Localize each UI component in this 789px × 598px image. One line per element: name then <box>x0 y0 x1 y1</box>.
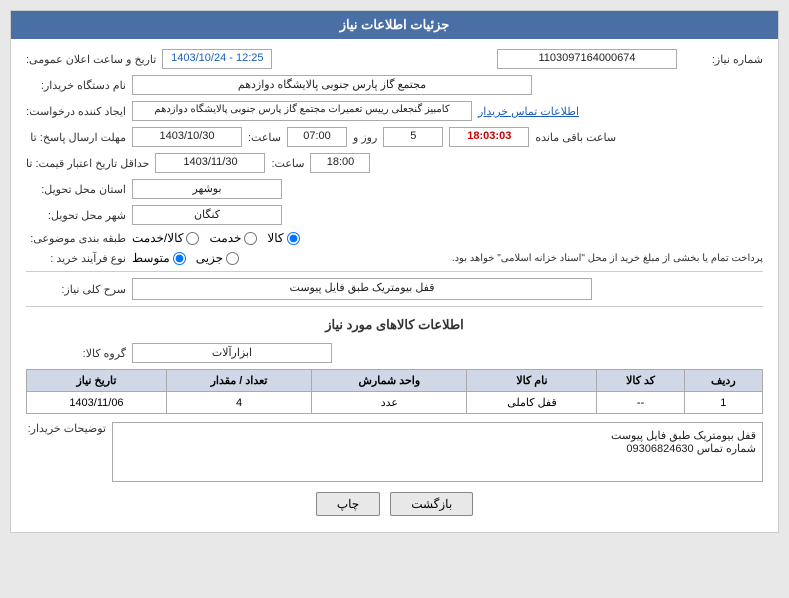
category-option-3: کالا/خدمت <box>132 231 199 245</box>
category-radio-3[interactable] <box>186 232 199 245</box>
buyer-comments-label: توضیحات خریدار: <box>26 422 106 482</box>
need-description-value: قفل بیومتریک طبق فایل پیوست <box>132 278 592 300</box>
goods-group-value: ابزارآلات <box>132 343 332 363</box>
col-header-qty: تعداد / مقدار <box>166 370 311 392</box>
buyer-name-label: نام دستگاه خریدار: <box>26 79 126 92</box>
row-city: شهر محل تحویل: کنگان <box>26 205 763 225</box>
need-description-label: سرح کلی نیاز: <box>26 283 126 296</box>
need-number-value: 1103097164000674 <box>497 49 677 69</box>
cell-date: 1403/11/06 <box>27 392 167 414</box>
row-purchase-type: نوع فرآیند خرید : متوسط جزیی پرداخت تمام… <box>26 251 763 265</box>
reply-remaining-label: ساعت باقی مانده <box>535 131 616 144</box>
reply-day-label: روز و <box>353 131 377 144</box>
cell-name: قفل کاملی <box>467 392 597 414</box>
row-price-deadline: حداقل تاریخ اعتبار قیمت: تا 1403/11/30 س… <box>26 153 763 173</box>
row-need-number: تاریخ و ساعت اعلان عمومی: 1403/10/24 - 1… <box>26 49 763 69</box>
buyer-name-value: مجتمع گاز پارس جنوبی پالایشگاه دوازدهم <box>132 75 532 95</box>
purchase-option-1: جزیی <box>196 251 239 265</box>
category-radio-2[interactable] <box>244 232 257 245</box>
goods-section-title: اطلاعات کالاهای مورد نیاز <box>26 313 763 337</box>
row-buyer-name: نام دستگاه خریدار: مجتمع گاز پارس جنوبی … <box>26 75 763 95</box>
main-container: جزئیات اطلاعات نیاز تاریخ و ساعت اعلان ع… <box>10 10 779 533</box>
category-radio-1[interactable] <box>287 232 300 245</box>
reply-time-value: 07:00 <box>287 127 347 147</box>
cell-unit: عدد <box>312 392 467 414</box>
datetime-value: 1403/10/24 - 12:25 <box>162 49 272 69</box>
goods-table-body: 1 -- قفل کاملی عدد 4 1403/11/06 <box>27 392 763 414</box>
purchase-type-label: نوع فرآیند خرید : <box>26 252 126 265</box>
reply-remaining-value: 18:03:03 <box>449 127 529 147</box>
reply-day-value: 5 <box>383 127 443 147</box>
requester-value: کامبیز گنجعلی رییس تعمیرات مجتمع گاز پار… <box>132 101 472 121</box>
print-button[interactable]: چاپ <box>316 492 380 516</box>
cell-qty: 4 <box>166 392 311 414</box>
col-header-code: کد کالا <box>597 370 684 392</box>
cell-code: -- <box>597 392 684 414</box>
comment-line-1: قفل بیومتریک طبق فایل پیوست <box>119 429 756 442</box>
category-label: طبقه بندی موضوعی: <box>26 232 126 245</box>
page-title: جزئیات اطلاعات نیاز <box>340 17 450 32</box>
row-need-description: سرح کلی نیاز: قفل بیومتریک طبق فایل پیوس… <box>26 278 763 300</box>
price-date-value: 1403/11/30 <box>155 153 265 173</box>
goods-table-head: ردیف کد کالا نام کالا واحد شمارش تعداد /… <box>27 370 763 392</box>
back-button[interactable]: بازگشت <box>390 492 473 516</box>
row-buyer-comments: توضیحات خریدار: قفل بیومتریک طبق فایل پی… <box>26 422 763 482</box>
purchase-radio-2[interactable] <box>173 252 186 265</box>
col-header-row: ردیف <box>684 370 762 392</box>
category-option-1: کالا <box>267 231 299 245</box>
purchase-option-2: متوسط <box>132 251 186 265</box>
cell-row: 1 <box>684 392 762 414</box>
reply-time-label: ساعت: <box>248 131 281 144</box>
row-goods-group: گروه کالا: ابزارآلات <box>26 343 763 363</box>
row-reply-deadline: مهلت ارسال پاسخ: تا 1403/10/30 ساعت: 07:… <box>26 127 763 147</box>
category-radio-group: کالا/خدمت خدمت کالا <box>132 231 300 245</box>
city-value: کنگان <box>132 205 282 225</box>
province-label: استان محل تحویل: <box>26 183 126 196</box>
purchase-radio-1[interactable] <box>226 252 239 265</box>
comment-line-2: شماره تماس 09306824630 <box>119 442 756 455</box>
purchase-note: پرداخت تمام یا بخشی از مبلغ خرید از محل … <box>245 253 763 264</box>
goods-table-header-row: ردیف کد کالا نام کالا واحد شمارش تعداد /… <box>27 370 763 392</box>
table-row: 1 -- قفل کاملی عدد 4 1403/11/06 <box>27 392 763 414</box>
bottom-buttons: بازگشت چاپ <box>26 492 763 516</box>
reply-date-value: 1403/10/30 <box>132 127 242 147</box>
content-area: تاریخ و ساعت اعلان عمومی: 1403/10/24 - 1… <box>11 39 778 532</box>
contact-link[interactable]: اطلاعات تماس خریدار <box>478 105 579 118</box>
goods-table: ردیف کد کالا نام کالا واحد شمارش تعداد /… <box>26 369 763 414</box>
page-header: جزئیات اطلاعات نیاز <box>11 11 778 39</box>
buyer-comments-value: قفل بیومتریک طبق فایل پیوست شماره تماس 0… <box>112 422 763 482</box>
city-label: شهر محل تحویل: <box>26 209 126 222</box>
row-category: طبقه بندی موضوعی: کالا/خدمت خدمت کالا <box>26 231 763 245</box>
price-time-value: 18:00 <box>310 153 370 173</box>
row-province: استان محل تحویل: بوشهر <box>26 179 763 199</box>
province-value: بوشهر <box>132 179 282 199</box>
purchase-radio-group: متوسط جزیی <box>132 251 239 265</box>
col-header-name: نام کالا <box>467 370 597 392</box>
datetime-label: تاریخ و ساعت اعلان عمومی: <box>26 53 156 66</box>
goods-group-label: گروه کالا: <box>26 347 126 360</box>
price-deadline-label: حداقل تاریخ اعتبار قیمت: تا <box>26 157 149 170</box>
need-number-label: شماره نیاز: <box>683 53 763 66</box>
requester-label: ایجاد کننده درخواست: <box>26 105 126 118</box>
row-requester: ایجاد کننده درخواست: کامبیز گنجعلی رییس … <box>26 101 763 121</box>
category-option-2: خدمت <box>209 231 257 245</box>
col-header-unit: واحد شمارش <box>312 370 467 392</box>
col-header-date: تاریخ نیاز <box>27 370 167 392</box>
reply-deadline-label: مهلت ارسال پاسخ: تا <box>26 131 126 144</box>
price-time-label: ساعت: <box>271 157 304 170</box>
separator-1 <box>26 271 763 272</box>
separator-2 <box>26 306 763 307</box>
